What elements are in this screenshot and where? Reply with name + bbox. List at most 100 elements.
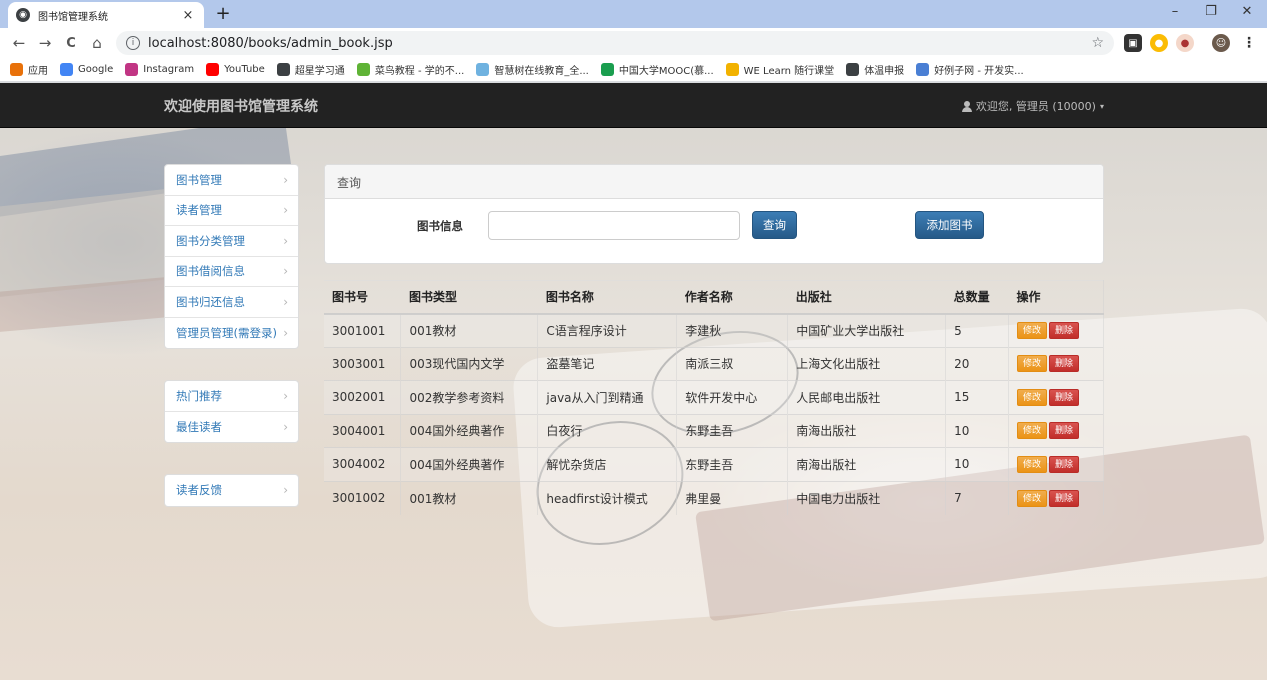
mooc-icon	[600, 63, 614, 76]
column-header: 总数量	[945, 280, 1009, 315]
column-header: 图书号	[324, 280, 401, 315]
bookmark-item[interactable]: 智慧树在线教育_全...	[476, 62, 589, 77]
bookmark-item[interactable]: Google	[60, 63, 113, 76]
welearn-icon	[725, 63, 739, 76]
browser-tab[interactable]: ◉ 图书馆管理系统 ×	[8, 2, 204, 28]
sidebar-item[interactable]: 最佳读者 ›	[165, 412, 298, 443]
brand-title[interactable]: 欢迎使用图书馆管理系统	[164, 96, 318, 116]
edit-button[interactable]: 修改	[1017, 455, 1048, 473]
sidebar-item[interactable]: 图书分类管理 ›	[165, 226, 298, 257]
table-cell: 003现代国内文学	[400, 346, 538, 381]
minimize-icon[interactable]: –	[1160, 4, 1190, 19]
table-cell: 10	[945, 447, 1009, 481]
sidebar-item[interactable]: 图书归还信息 ›	[165, 287, 298, 318]
bookmark-item[interactable]: 菜鸟教程 - 学的不...	[356, 62, 465, 77]
forward-icon[interactable]: →	[32, 34, 58, 52]
table-cell: 盗墓笔记	[537, 346, 677, 381]
bookmark-star-icon[interactable]: ☆	[1091, 35, 1104, 51]
bookmark-label: 菜鸟教程 - 学的不...	[374, 66, 465, 77]
caret-down-icon: ▾	[1099, 101, 1104, 111]
back-icon[interactable]: ←	[6, 34, 32, 52]
search-button[interactable]: 查询	[752, 211, 797, 239]
bookmark-item[interactable]: 好例子网 - 开发实...	[916, 62, 1024, 77]
delete-button[interactable]: 删除	[1049, 455, 1080, 473]
bookmark-label: 体温申报	[864, 66, 905, 77]
browser-toolbar: ← → C ⌂ i localhost:8080/books/admin_boo…	[0, 28, 1267, 58]
bookmark-item[interactable]: YouTube	[206, 63, 265, 76]
extension-icon[interactable]: ▣	[1124, 34, 1142, 52]
reload-icon[interactable]: C	[58, 36, 84, 51]
sidebar-item[interactable]: 图书管理 ›	[165, 165, 298, 196]
bookmark-label: 超星学习通	[294, 66, 345, 77]
table-cell: 南海出版社	[787, 447, 946, 481]
actions-cell: 修改 删除	[1008, 413, 1104, 448]
address-bar[interactable]: i localhost:8080/books/admin_book.jsp ☆	[116, 31, 1114, 55]
table-cell: 解忧杂货店	[537, 447, 677, 481]
delete-button[interactable]: 删除	[1049, 489, 1080, 507]
edit-button[interactable]: 修改	[1017, 489, 1048, 507]
delete-button[interactable]: 删除	[1049, 322, 1080, 339]
home-icon[interactable]: ⌂	[84, 34, 110, 52]
user-menu[interactable]: 欢迎您, 管理员 (10000) ▾	[961, 98, 1104, 114]
edit-button[interactable]: 修改	[1017, 388, 1048, 406]
bookmark-item[interactable]: 体温申报	[846, 62, 904, 77]
bookmark-label: Instagram	[143, 64, 195, 75]
table-cell: 上海文化出版社	[787, 346, 946, 381]
sidebar-item-label: 图书分类管理	[176, 233, 245, 248]
bookmark-item[interactable]: WE Learn 随行课堂	[725, 62, 834, 77]
delete-button[interactable]: 删除	[1049, 422, 1080, 440]
sidebar-item-label: 最佳读者	[176, 419, 222, 434]
table-cell: java从入门到精通	[537, 380, 677, 414]
site-info-icon[interactable]: i	[126, 36, 140, 50]
sidebar-item[interactable]: 读者管理 ›	[165, 196, 298, 226]
close-window-icon[interactable]: ✕	[1232, 4, 1262, 19]
extension-icon[interactable]: ●	[1176, 34, 1194, 52]
sidebar-item[interactable]: 管理员管理(需登录) ›	[165, 318, 298, 349]
table-cell: 白夜行	[537, 413, 677, 448]
table-cell: 10	[945, 413, 1009, 448]
table-cell: headfirst设计模式	[537, 480, 677, 515]
add-book-button[interactable]: 添加图书	[915, 211, 984, 239]
runoob-icon	[356, 63, 370, 76]
sidebar-item-label: 管理员管理(需登录)	[176, 325, 277, 340]
sidebar-item[interactable]: 读者反馈 ›	[165, 475, 298, 506]
delete-button[interactable]: 删除	[1049, 355, 1080, 373]
tab-close-icon[interactable]: ×	[180, 8, 196, 23]
delete-button[interactable]: 删除	[1049, 388, 1080, 406]
table-row: 3003001 003现代国内文学 盗墓笔记 南派三叔 上海文化出版社 20 修改 删除	[324, 346, 1104, 381]
tab-title: 图书馆管理系统	[38, 11, 108, 23]
chevron-right-icon: ›	[283, 233, 288, 248]
bookmark-item[interactable]: Instagram	[125, 63, 194, 76]
table-body: 3001001 001教材 C语言程序设计 李建秋 中国矿业大学出版社 5 修改 删除 3003…	[324, 313, 1104, 515]
menu-icon[interactable]: ⋮	[1240, 34, 1258, 52]
extension-icon[interactable]: ●	[1150, 34, 1168, 52]
new-tab-button[interactable]: +	[212, 3, 234, 25]
sidebar-item-label: 读者管理	[176, 203, 222, 218]
user-label: 欢迎您, 管理员 (10000)	[975, 100, 1096, 113]
table-cell: 004国外经典著作	[400, 447, 538, 481]
table-cell: 东野圭吾	[676, 413, 788, 448]
sidebar-item-label: 读者反馈	[176, 483, 222, 498]
table-cell: 3004002	[324, 447, 401, 481]
sidebar-item[interactable]: 热门推荐 ›	[165, 381, 298, 412]
edit-button[interactable]: 修改	[1017, 355, 1048, 373]
haolizi-icon	[916, 63, 930, 76]
edit-button[interactable]: 修改	[1017, 422, 1048, 440]
table-row: 3004002 004国外经典著作 解忧杂货店 东野圭吾 南海出版社 10 修改 删除	[324, 447, 1104, 481]
restore-icon[interactable]: ❐	[1196, 4, 1226, 19]
avatar[interactable]: ☺	[1212, 34, 1230, 52]
sidebar-item[interactable]: 图书借阅信息 ›	[165, 257, 298, 287]
url-text: localhost:8080/books/admin_book.jsp	[148, 35, 393, 51]
edit-button[interactable]: 修改	[1017, 322, 1048, 339]
globe-icon	[846, 63, 860, 76]
sidebar-item-label: 图书管理	[176, 172, 222, 187]
bookmark-item[interactable]: 超星学习通	[276, 62, 345, 77]
sidebar-item-label: 图书借阅信息	[176, 264, 245, 279]
bookmark-item[interactable]: 中国大学MOOC(慕...	[600, 62, 714, 77]
book-info-input[interactable]	[488, 211, 740, 240]
chevron-right-icon: ›	[283, 325, 288, 340]
table-cell: 002教学参考资料	[400, 380, 538, 414]
table-cell: 3001001	[324, 313, 401, 347]
bookmark-item[interactable]: 应用	[10, 62, 48, 77]
table-cell: 20	[945, 346, 1009, 381]
